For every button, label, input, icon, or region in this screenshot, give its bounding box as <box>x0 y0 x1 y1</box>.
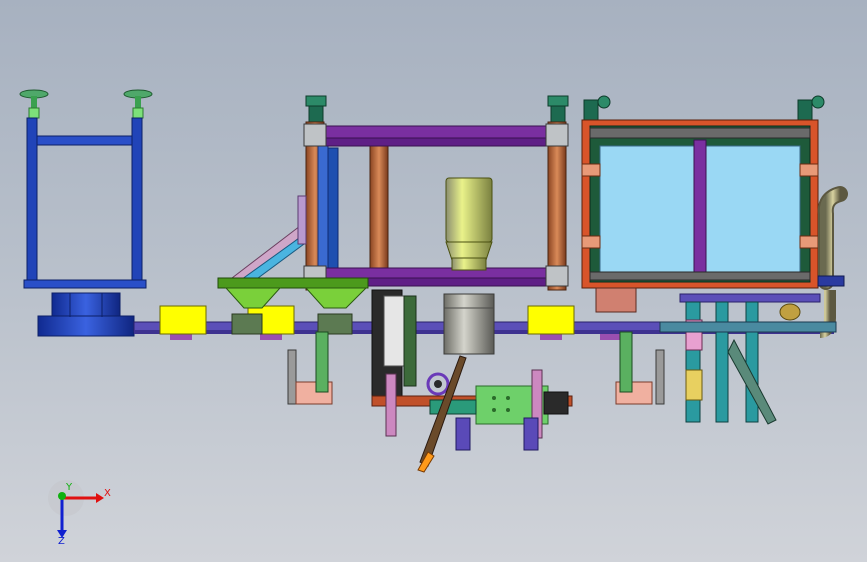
top-motor-right <box>547 95 569 123</box>
cabinet-motor-left <box>583 95 611 121</box>
leveling-foot-right <box>123 89 153 119</box>
y-axis-label: Y <box>65 482 73 493</box>
machine-assembly-drawing: X Y Z <box>19 89 848 547</box>
yellow-carrier-1 <box>159 305 207 335</box>
exhaust-pipe <box>817 186 848 338</box>
cad-viewport[interactable]: X Y Z <box>0 0 867 562</box>
yellow-carrier-3 <box>527 305 575 335</box>
leveling-foot-left <box>19 89 49 119</box>
left-actuator-1 <box>287 331 333 405</box>
left-blue-stand <box>19 89 153 337</box>
right-actuator-1 <box>615 331 665 405</box>
top-motor-left <box>305 95 327 123</box>
z-axis-label: Z <box>58 536 65 547</box>
cabinet-motor-right <box>797 95 825 121</box>
y-axis-dot <box>58 492 66 500</box>
right-glass-cabinet <box>581 95 825 289</box>
orientation-triad[interactable]: X Y Z <box>48 480 111 547</box>
x-axis-label: X <box>104 488 111 499</box>
central-cylinder <box>443 177 495 355</box>
